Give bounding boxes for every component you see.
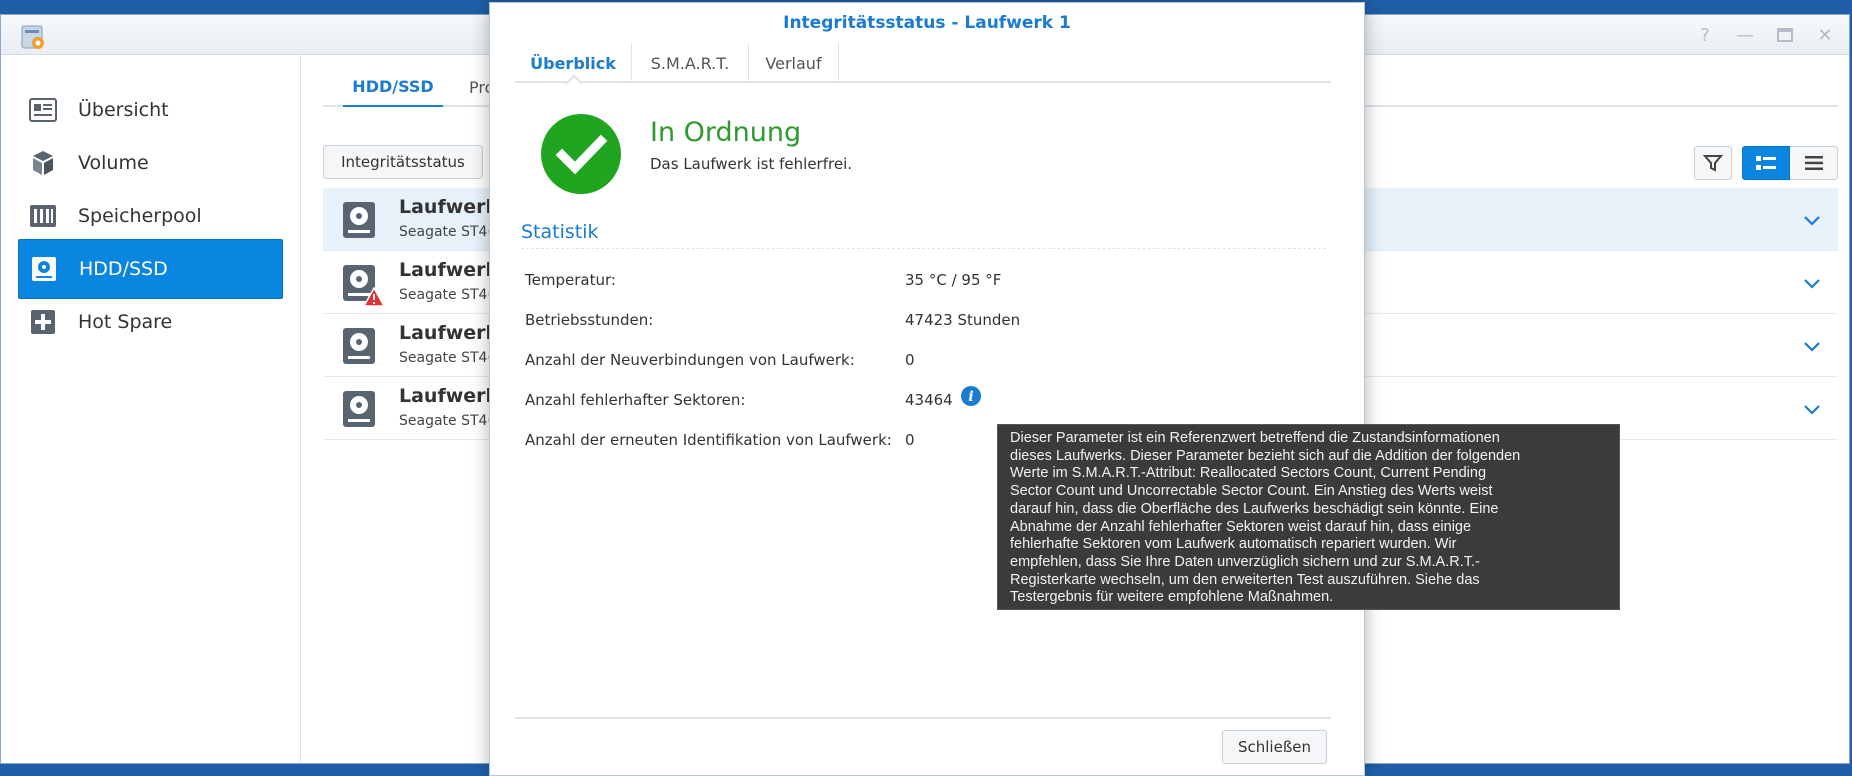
sidebar-item-hdd-ssd[interactable]: HDD/SSD — [18, 239, 283, 299]
view-toolbar — [1694, 146, 1838, 180]
chevron-down-icon[interactable] — [1802, 273, 1822, 293]
hot-spare-icon — [28, 307, 58, 337]
info-icon[interactable]: i — [960, 385, 982, 407]
tooltip-line: darauf hin, dass die Oberfläche des Lauf… — [1010, 500, 1499, 517]
integrity-status-dialog: Integritätsstatus - Laufwerk 1 Überblick… — [489, 2, 1365, 776]
status-title: In Ordnung — [650, 117, 802, 148]
tab-hdd-ssd[interactable]: HDD/SSD — [343, 67, 443, 107]
stat-label-operating-hours: Betriebsstunden: — [525, 311, 654, 329]
drive-name: Laufwerk — [399, 322, 499, 344]
dialog-tabbar: Überblick S.M.A.R.T. Verlauf — [515, 43, 1331, 92]
maximize-icon[interactable] — [1773, 23, 1797, 47]
tooltip-line: Werte im S.M.A.R.T.-Attribut: Reallocate… — [1010, 465, 1487, 482]
svg-text:i: i — [968, 389, 973, 405]
sidebar-item-volume[interactable]: Volume — [18, 133, 283, 193]
minimize-icon[interactable]: — — [1733, 23, 1757, 47]
stat-label-reconnections: Anzahl der Neuverbindungen von Laufwerk: — [525, 351, 855, 369]
stat-value-bad-sectors: 43464 — [905, 391, 953, 409]
section-divider — [521, 248, 1326, 249]
section-title: Statistik — [521, 221, 599, 243]
sidebar-item-label: Volume — [78, 152, 149, 174]
footer-divider — [515, 717, 1331, 719]
filter-icon — [1703, 155, 1723, 172]
sidebar-item-hot-spare[interactable]: Hot Spare — [18, 292, 283, 352]
stat-value-operating-hours: 47423 Stunden — [905, 311, 1021, 329]
storage-manager-logo-icon — [21, 25, 44, 49]
storage-pool-icon — [28, 201, 58, 231]
drive-model: Seagate ST4( — [399, 413, 493, 429]
stat-label-reidentification: Anzahl der erneuten Identifikation von L… — [525, 431, 892, 449]
sidebar-item-label: Hot Spare — [78, 311, 173, 333]
stat-label-bad-sectors: Anzahl fehlerhafter Sektoren: — [525, 391, 746, 409]
tooltip-line: Testergebnis für weitere empfohlene Maßn… — [1010, 589, 1334, 606]
tooltip-line: empfehlen, dass Sie Ihre Daten unverzügl… — [1010, 553, 1480, 570]
sidebar-item-storage-pool[interactable]: Speicherpool — [18, 186, 283, 246]
tab-history[interactable]: Verlauf — [749, 43, 839, 83]
drive-icon — [343, 391, 375, 427]
sidebar: Übersicht Volume Speicherpool HDD/SSD Ho… — [1, 55, 301, 763]
stat-value-reidentification: 0 — [905, 431, 915, 449]
sidebar-item-label: HDD/SSD — [79, 258, 168, 280]
stat-label-temperature: Temperatur: — [525, 271, 616, 289]
window-controls: ? — ✕ — [1693, 23, 1837, 47]
tooltip-line: Registerkarte wechseln, um den erweitert… — [1010, 571, 1480, 588]
tooltip-line: fehlerhafte Sektoren vom Laufwerk automa… — [1010, 536, 1457, 553]
chevron-down-icon[interactable] — [1802, 336, 1822, 356]
list-view-button[interactable] — [1790, 146, 1838, 180]
check-circle-icon — [541, 114, 621, 194]
tooltip-line: Dieser Parameter ist ein Referenzwert be… — [1010, 430, 1500, 446]
sidebar-item-label: Übersicht — [78, 99, 169, 121]
close-button[interactable]: Schließen — [1222, 730, 1327, 764]
drive-model: Seagate ST4( — [399, 350, 493, 366]
sidebar-item-label: Speicherpool — [78, 205, 202, 227]
hdd-icon — [29, 254, 59, 284]
tab-smart[interactable]: S.M.A.R.T. — [632, 43, 749, 83]
view-mode-group — [1742, 146, 1838, 180]
dialog-title: Integritätsstatus - Laufwerk 1 — [783, 13, 1071, 33]
chevron-down-icon[interactable] — [1802, 210, 1822, 230]
drive-model: Seagate ST4( — [399, 287, 493, 303]
volume-icon — [28, 148, 58, 178]
close-icon[interactable]: ✕ — [1813, 23, 1837, 47]
status-subtitle: Das Laufwerk ist fehlerfrei. — [650, 155, 853, 173]
warning-icon — [363, 287, 385, 307]
sidebar-item-overview[interactable]: Übersicht — [18, 80, 283, 140]
overview-icon — [28, 95, 58, 125]
list-detail-view-button[interactable] — [1742, 146, 1790, 180]
tooltip-line: dieses Laufwerks. Dieser Parameter bezie… — [1010, 447, 1521, 464]
drive-name: Laufwerk — [399, 196, 499, 218]
drive-name: Laufwerk — [399, 385, 499, 407]
drive-name: Laufwerk — [399, 259, 499, 281]
filter-button[interactable] — [1694, 146, 1732, 180]
stat-value-temperature: 35 °C / 95 °F — [905, 271, 1002, 289]
drive-icon — [343, 328, 375, 364]
help-icon[interactable]: ? — [1693, 23, 1717, 47]
bad-sectors-tooltip: Dieser Parameter ist ein Referenzwert be… — [997, 424, 1620, 610]
stat-value-reconnections: 0 — [905, 351, 915, 369]
list-icon — [1804, 156, 1823, 170]
drive-icon — [343, 202, 375, 238]
integrity-status-button[interactable]: Integritätsstatus — [323, 145, 483, 179]
drive-model: Seagate ST4( — [399, 224, 493, 240]
detail-list-icon — [1756, 156, 1776, 170]
tooltip-line: Abnahme der Anzahl fehlerhafter Sektoren… — [1010, 518, 1472, 535]
tooltip-line: Sector Count und Uncorrectable Sector Co… — [1010, 483, 1493, 500]
chevron-down-icon[interactable] — [1802, 399, 1822, 419]
